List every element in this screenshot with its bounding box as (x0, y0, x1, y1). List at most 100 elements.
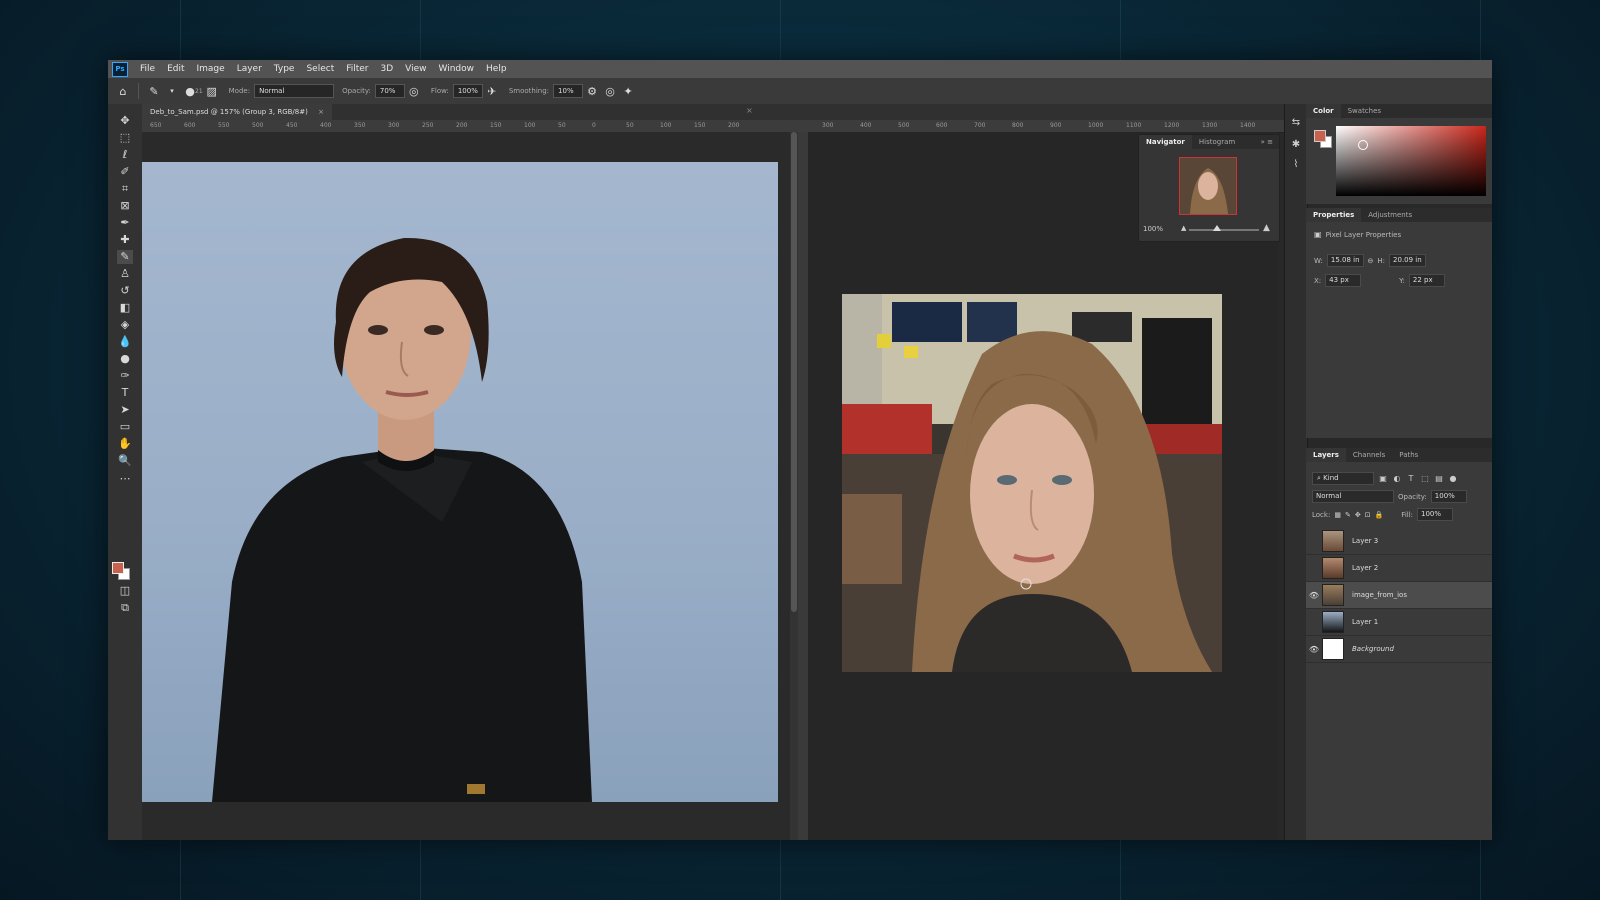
history-brush-tool-icon[interactable]: ↺ (117, 284, 133, 298)
history-panel-icon[interactable]: ⇆ (1289, 116, 1303, 130)
path-selection-tool-icon[interactable]: ➤ (117, 403, 133, 417)
menu-filter[interactable]: Filter (340, 64, 374, 74)
eraser-tool-icon[interactable]: ◧ (117, 301, 133, 315)
flow-input[interactable]: 100% (452, 84, 483, 98)
blend-mode-select[interactable]: Normal (1312, 490, 1394, 503)
lock-artboard-icon[interactable]: ⊡ (1365, 511, 1371, 519)
foreground-color-chip[interactable] (1314, 130, 1326, 142)
x-input[interactable]: 43 px (1325, 274, 1362, 287)
menu-layer[interactable]: Layer (231, 64, 268, 74)
document-tab[interactable]: Deb_to_Sam.psd @ 157% (Group 3, RGB/8#) … (142, 104, 332, 120)
width-input[interactable]: 15.08 in (1326, 254, 1364, 267)
crop-tool-icon[interactable]: ⌗ (117, 182, 133, 196)
document-canvas[interactable] (142, 132, 790, 840)
foreground-color-swatch[interactable] (112, 562, 124, 574)
tab-adjustments[interactable]: Adjustments (1361, 208, 1419, 222)
height-input[interactable]: 20.09 in (1389, 254, 1426, 267)
filter-toggle-icon[interactable]: ● (1448, 474, 1458, 484)
pressure-opacity-icon[interactable]: ◎ (405, 85, 423, 98)
zoom-out-icon[interactable]: ▲ (1181, 224, 1186, 232)
tab-color[interactable]: Color (1306, 104, 1341, 118)
more-tools-icon[interactable]: ⋯ (117, 472, 133, 486)
adjustment-filter-icon[interactable]: ◐ (1392, 474, 1402, 484)
navigator-zoom-slider[interactable] (1189, 229, 1259, 231)
chevron-down-icon[interactable]: ▾ (163, 87, 181, 95)
zoom-tool-icon[interactable]: 🔍 (117, 454, 133, 468)
hand-tool-icon[interactable]: ✋ (117, 437, 133, 451)
lasso-tool-icon[interactable]: ℓ (117, 148, 133, 162)
navigator-zoom-value[interactable]: 100% (1143, 225, 1163, 233)
healing-brush-tool-icon[interactable]: ✚ (117, 233, 133, 247)
home-icon[interactable]: ⌂ (114, 85, 132, 98)
menu-view[interactable]: View (399, 64, 432, 74)
navigator-thumbnail[interactable] (1179, 157, 1237, 215)
lock-position-icon[interactable]: ✥ (1355, 511, 1361, 519)
lock-transparent-icon[interactable]: ▦ (1334, 511, 1341, 519)
quick-mask-icon[interactable]: ◫ (117, 584, 133, 598)
link-icon[interactable]: ⊖ (1368, 257, 1374, 265)
smart-object-filter-icon[interactable]: ▤ (1434, 474, 1444, 484)
symmetry-icon[interactable]: ✦ (619, 85, 637, 98)
tab-channels[interactable]: Channels (1346, 448, 1392, 462)
paint-bucket-tool-icon[interactable]: ◈ (117, 318, 133, 332)
menu-image[interactable]: Image (191, 64, 231, 74)
eye-icon[interactable]: 👁 (1306, 645, 1322, 654)
tab-navigator[interactable]: Navigator (1139, 135, 1192, 149)
brushes-panel-icon[interactable]: ⌇ (1289, 158, 1303, 172)
layer-row[interactable]: Layer 1 (1306, 609, 1492, 636)
type-filter-icon[interactable]: T (1406, 474, 1416, 484)
brush-tool-icon[interactable]: ✎ (145, 85, 163, 98)
gear-icon[interactable]: ⚙ (583, 85, 601, 98)
panel-menu-icon[interactable]: » ≡ (1261, 138, 1279, 146)
brush-tool-icon[interactable]: ✎ (117, 250, 133, 264)
vertical-scrollbar[interactable] (790, 132, 798, 840)
tab-properties[interactable]: Properties (1306, 208, 1362, 222)
y-input[interactable]: 22 px (1408, 274, 1445, 287)
layer-opacity-input[interactable]: 100% (1430, 490, 1467, 503)
quick-select-tool-icon[interactable]: ✐ (117, 165, 133, 179)
brush-settings-icon[interactable]: ▨ (203, 85, 221, 98)
opacity-input[interactable]: 70% (374, 84, 405, 98)
screen-mode-icon[interactable]: ⧉ (117, 601, 133, 615)
airbrush-icon[interactable]: ✈ (483, 85, 501, 98)
menu-window[interactable]: Window (433, 64, 481, 74)
tab-histogram[interactable]: Histogram (1192, 135, 1242, 149)
menu-edit[interactable]: Edit (161, 64, 190, 74)
blur-tool-icon[interactable]: 💧 (117, 335, 133, 349)
rectangle-tool-icon[interactable]: ▭ (117, 420, 133, 434)
smoothing-input[interactable]: 10% (553, 84, 584, 98)
zoom-in-icon[interactable]: ▲ (1263, 223, 1270, 233)
close-icon[interactable]: × (318, 108, 324, 116)
lock-all-icon[interactable]: 🔒 (1375, 511, 1384, 519)
fill-input[interactable]: 100% (1417, 508, 1454, 521)
tab-swatches[interactable]: Swatches (1341, 104, 1388, 118)
type-tool-icon[interactable]: T (117, 386, 133, 400)
color-picker-field[interactable] (1336, 126, 1486, 196)
tab-layers[interactable]: Layers (1306, 448, 1346, 462)
clone-stamp-tool-icon[interactable]: ♙ (117, 267, 133, 281)
menu-help[interactable]: Help (480, 64, 513, 74)
slider-knob[interactable] (1213, 225, 1221, 231)
mode-select[interactable]: Normal (254, 84, 335, 98)
shape-filter-icon[interactable]: ⬚ (1420, 474, 1430, 484)
eye-icon[interactable]: 👁 (1306, 591, 1322, 600)
scrollbar-thumb[interactable] (791, 132, 797, 612)
pen-tool-icon[interactable]: ✑ (117, 369, 133, 383)
layer-row[interactable]: 👁 Background (1306, 636, 1492, 663)
pressure-size-icon[interactable]: ◎ (601, 85, 619, 98)
dodge-tool-icon[interactable]: ● (117, 352, 133, 366)
layer-row[interactable]: Layer 3 (1306, 528, 1492, 555)
layer-filter-select[interactable]: ⌕ Kind (1312, 472, 1374, 485)
close-icon[interactable]: × (746, 106, 753, 115)
move-tool-icon[interactable]: ✥ (117, 114, 133, 128)
image-filter-icon[interactable]: ▣ (1378, 474, 1388, 484)
brush-settings-panel-icon[interactable]: ✱ (1289, 138, 1303, 152)
menu-type[interactable]: Type (268, 64, 301, 74)
color-picker-marker[interactable] (1358, 140, 1368, 150)
layer-row[interactable]: Layer 2 (1306, 555, 1492, 582)
lock-pixels-icon[interactable]: ✎ (1345, 511, 1351, 519)
frame-tool-icon[interactable]: ⊠ (117, 199, 133, 213)
eyedropper-tool-icon[interactable]: ✒ (117, 216, 133, 230)
layer-row-selected[interactable]: 👁 image_from_ios (1306, 582, 1492, 609)
menu-select[interactable]: Select (300, 64, 340, 74)
